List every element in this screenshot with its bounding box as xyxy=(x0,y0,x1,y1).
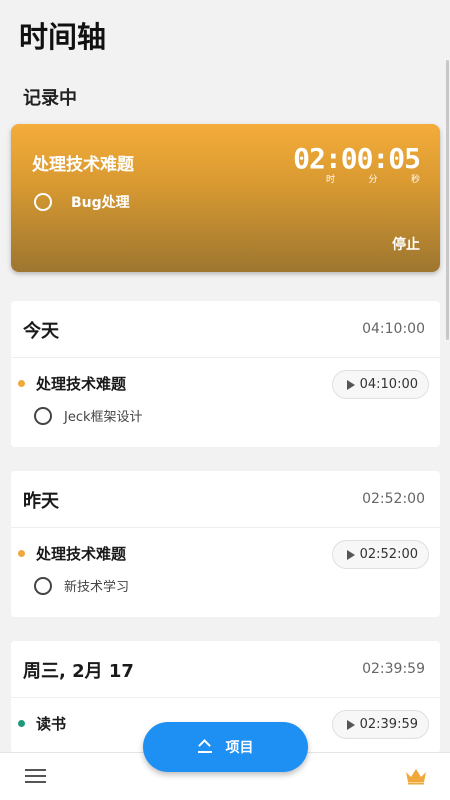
project-row[interactable]: 处理技术难题 04:10:00 xyxy=(11,358,440,406)
active-task-row[interactable]: Bug处理 xyxy=(34,192,130,212)
task-checkbox-icon[interactable] xyxy=(34,406,52,425)
unit-hours: 时 xyxy=(326,175,336,185)
active-timer-card[interactable]: 处理技术难题 02:00:05 时 分 秒 Bug处理 停止 xyxy=(11,124,440,272)
play-icon xyxy=(347,379,355,390)
day-title: 昨天 xyxy=(23,491,59,512)
task-checkbox-icon[interactable] xyxy=(34,193,52,211)
day-card-today: 今天 04:10:00 处理技术难题 04:10:00 Jeck框架设计 xyxy=(11,301,440,447)
unit-minutes: 分 xyxy=(368,175,378,185)
fab-label: 项目 xyxy=(225,740,254,756)
project-color-dot xyxy=(18,720,25,727)
stop-button[interactable]: 停止 xyxy=(392,234,420,254)
timeline-scroll-area[interactable]: 时间轴 记录中 处理技术难题 02:00:05 时 分 秒 Bug处理 停止 今… xyxy=(0,0,450,752)
play-icon xyxy=(347,549,355,560)
day-card-yesterday: 昨天 02:52:00 处理技术难题 02:52:00 新技术学习 xyxy=(11,471,440,617)
project-name: 读书 xyxy=(36,715,67,733)
project-time: 02:39:59 xyxy=(359,717,418,732)
timer-display: 02:00:05 xyxy=(293,142,421,175)
menu-icon[interactable] xyxy=(25,769,46,783)
task-checkbox-icon[interactable] xyxy=(34,576,52,595)
active-task-label: Bug处理 xyxy=(71,195,130,211)
crown-icon[interactable] xyxy=(404,767,428,785)
project-name: 处理技术难题 xyxy=(36,545,127,563)
project-row[interactable]: 处理技术难题 02:52:00 xyxy=(11,528,440,576)
collapse-up-icon xyxy=(197,739,212,754)
project-name: 处理技术难题 xyxy=(36,375,127,393)
project-time: 04:10:00 xyxy=(359,377,418,392)
task-label: 新技术学习 xyxy=(64,580,130,595)
day-total-time: 02:39:59 xyxy=(362,661,425,677)
resume-timer-button[interactable]: 04:10:00 xyxy=(332,370,429,399)
task-row[interactable]: 新技术学习 xyxy=(34,576,129,595)
day-total-time: 02:52:00 xyxy=(362,491,425,507)
project-time: 02:52:00 xyxy=(359,547,418,562)
day-header: 周三, 2月 17 02:39:59 xyxy=(11,641,440,698)
active-project-name: 处理技术难题 xyxy=(32,155,134,175)
page-title: 时间轴 xyxy=(19,20,107,54)
resume-timer-button[interactable]: 02:52:00 xyxy=(332,540,429,569)
day-header: 昨天 02:52:00 xyxy=(11,471,440,528)
unit-seconds: 秒 xyxy=(410,175,420,185)
day-title: 今天 xyxy=(23,321,59,342)
day-total-time: 04:10:00 xyxy=(362,321,425,337)
day-header: 今天 04:10:00 xyxy=(11,301,440,358)
task-row[interactable]: Jeck框架设计 xyxy=(34,406,143,425)
recording-section-label: 记录中 xyxy=(23,88,77,109)
task-label: Jeck框架设计 xyxy=(64,410,143,425)
scrollbar[interactable] xyxy=(445,0,450,752)
timer-units: 时 分 秒 xyxy=(302,172,420,185)
resume-timer-button[interactable]: 02:39:59 xyxy=(332,710,429,739)
project-color-dot xyxy=(18,380,25,387)
play-icon xyxy=(347,719,355,730)
projects-fab-button[interactable]: 项目 xyxy=(143,722,308,772)
scrollbar-thumb[interactable] xyxy=(446,60,449,340)
project-color-dot xyxy=(18,550,25,557)
day-title: 周三, 2月 17 xyxy=(23,661,134,682)
